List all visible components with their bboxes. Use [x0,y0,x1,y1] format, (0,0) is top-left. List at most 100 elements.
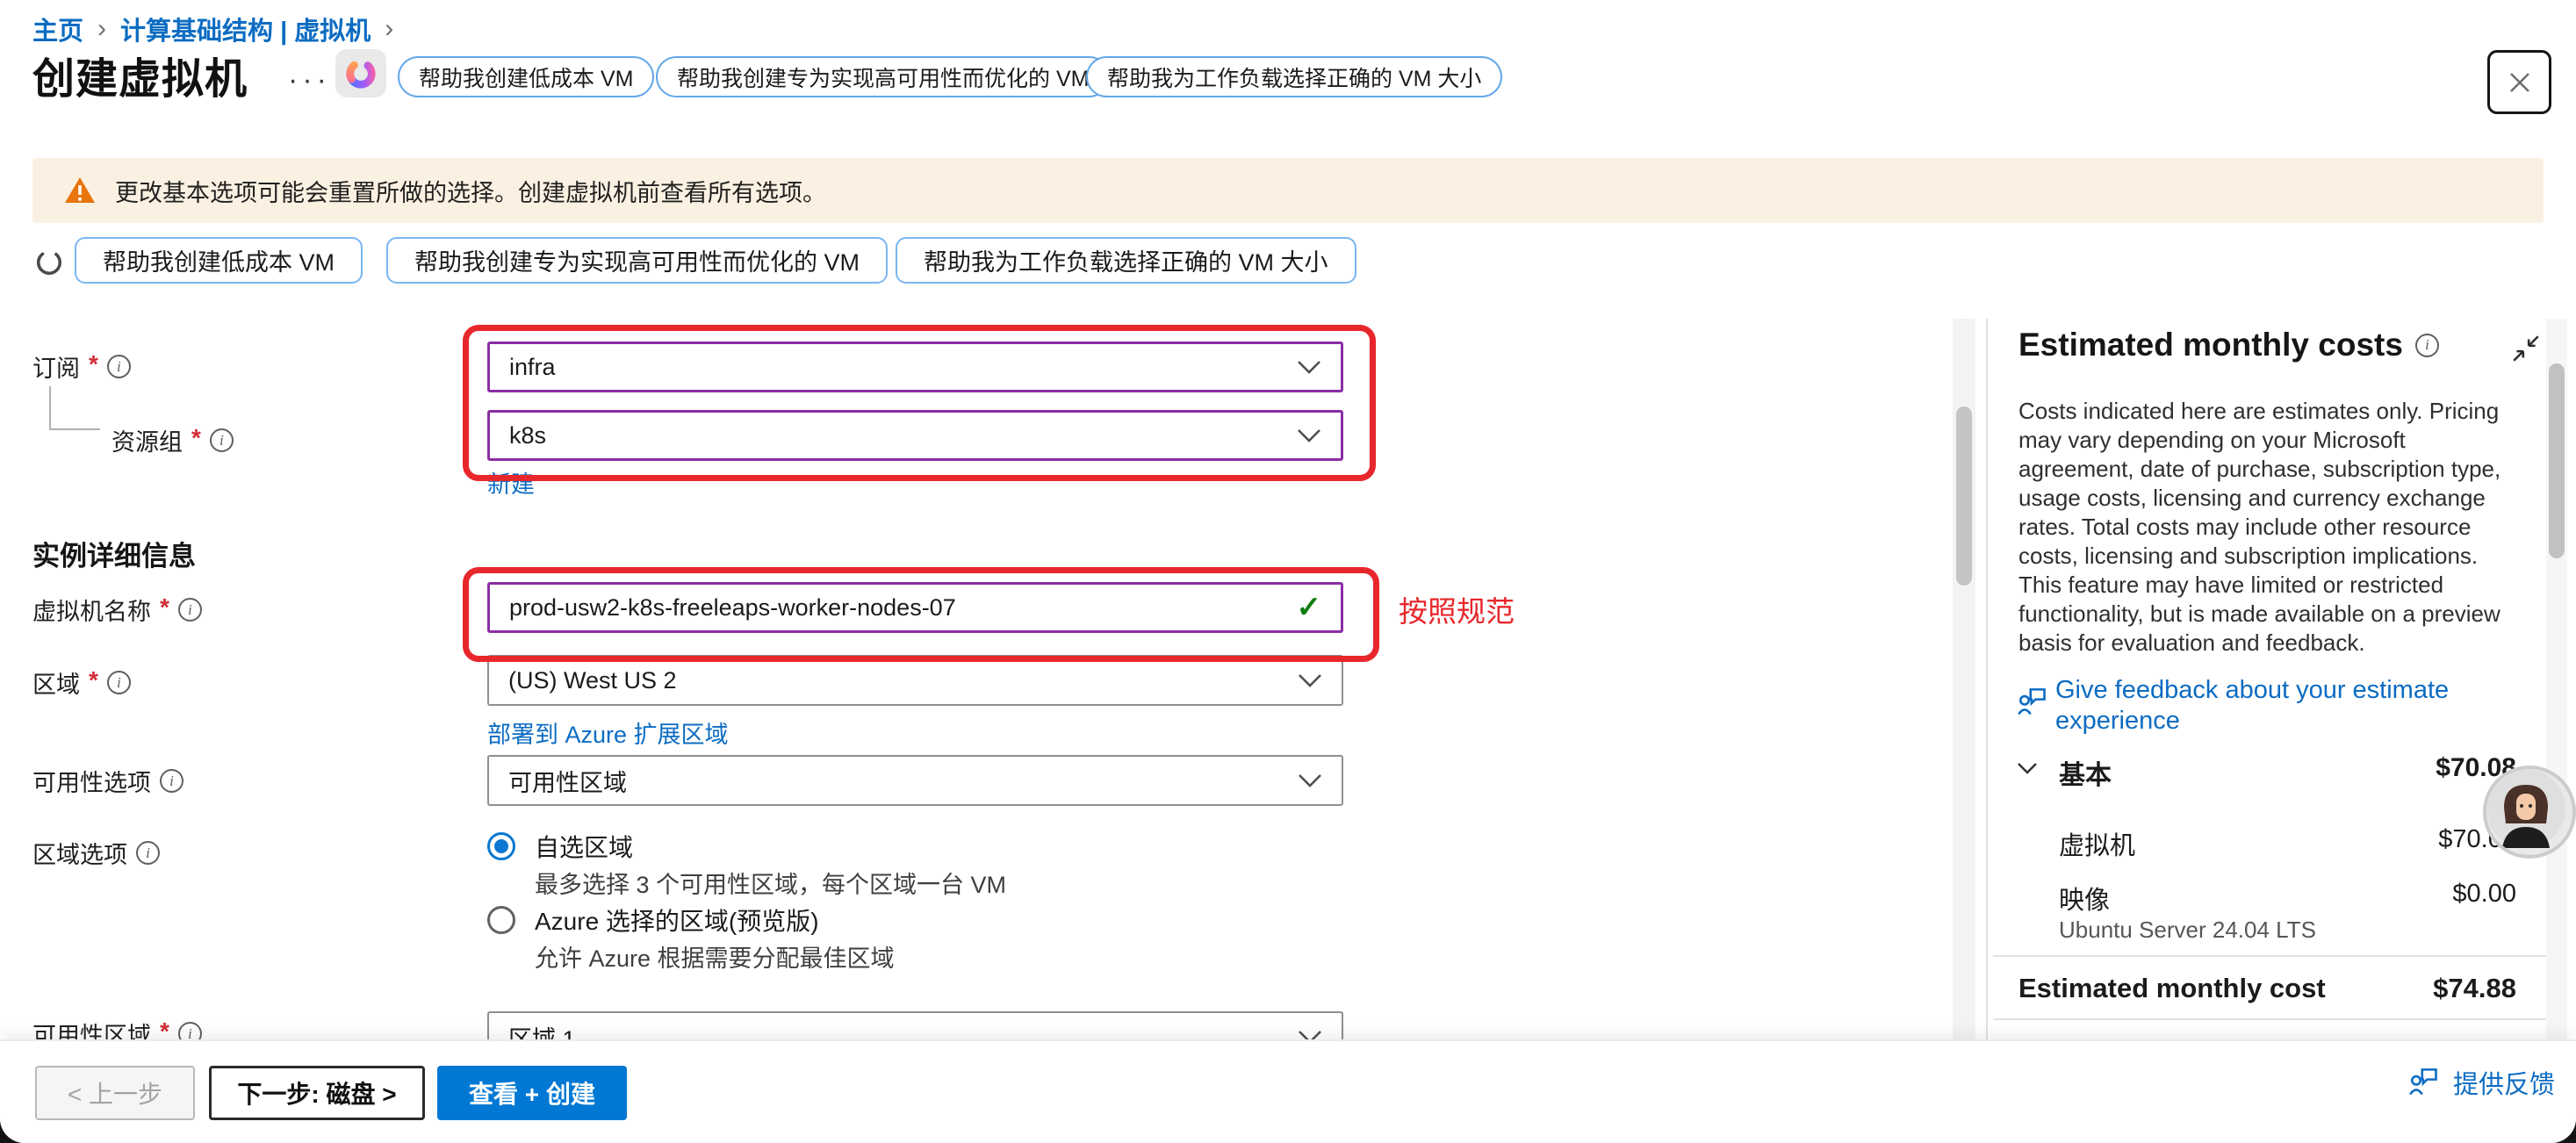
region-value: (US) West US 2 [508,667,677,694]
instance-details-section-title: 实例详细信息 [32,534,196,573]
zone-options-label: 区域选项 [32,836,127,870]
annotation-text: 按照规范 [1399,588,1515,630]
help-vm-size-button-inline[interactable]: 帮助我为工作负载选择正确的 VM 大小 [896,237,1356,284]
vm-name-label-row: 虚拟机名称 * i [32,593,202,627]
vm-name-label: 虚拟机名称 [32,593,151,627]
breadcrumb-section-link[interactable]: 计算基础结构 | 虚拟机 [120,11,371,47]
resource-group-value: k8s [509,422,546,449]
total-cost-value: $74.88 [2433,973,2516,1004]
region-label-row: 区域 * i [32,665,131,700]
feedback-icon [2017,687,2048,718]
estimate-feedback-link[interactable]: Give feedback about your estimate experi… [2055,675,2486,737]
cost-row-label: 映像 [2059,880,2110,917]
review-create-button[interactable]: 查看 + 创建 [437,1066,627,1120]
warning-text: 更改基本选项可能会重置所做的选择。创建虚拟机前查看所有选项。 [115,174,826,208]
create-vm-page: 主页 › 计算基础结构 | 虚拟机 › 创建虚拟机 ··· 帮助我创建低成本 V… [0,0,2576,1143]
warning-icon [64,176,96,205]
give-feedback-link[interactable]: 提供反馈 [2407,1064,2555,1101]
radio-selected-icon[interactable] [487,832,515,860]
deploy-extended-zones-link[interactable]: 部署到 Azure 扩展区域 [487,715,729,750]
cost-group-label[interactable]: 基本 [2059,753,2112,792]
breadcrumb-home-link[interactable]: 主页 [32,11,83,47]
required-marker: * [191,424,201,452]
valid-check-icon: ✓ [1297,590,1322,625]
zone-option-self-select[interactable]: 自选区域 [487,829,633,864]
close-button[interactable] [2487,50,2551,114]
cost-row-value: $0.00 [2452,880,2516,909]
help-vm-size-button[interactable]: 帮助我为工作负载选择正确的 VM 大小 [1086,56,1502,97]
total-cost-label: Estimated monthly cost [2018,973,2326,1004]
availability-options-label-row: 可用性选项 i [32,764,183,798]
resource-group-label: 资源组 [112,423,183,457]
chevron-down-icon [1298,773,1322,788]
feedback-icon [2407,1067,2441,1098]
resource-group-label-row: 资源组 * i [112,423,234,457]
required-marker: * [160,593,169,622]
help-low-cost-vm-button-inline[interactable]: 帮助我创建低成本 VM [75,237,363,284]
region-dropdown[interactable]: (US) West US 2 [487,655,1343,706]
zone-option-self-select-description: 最多选择 3 个可用性区域，每个区域一台 VM [535,866,1006,900]
breadcrumb-separator: › [385,14,393,44]
zone-option-self-select-label: 自选区域 [535,829,633,864]
help-low-cost-vm-button[interactable]: 帮助我创建低成本 VM [398,56,654,97]
create-new-resource-group-link[interactable]: 新建 [487,465,535,500]
divider [1993,955,2562,957]
resource-group-dropdown[interactable]: k8s [487,410,1343,461]
availability-options-value: 可用性区域 [508,764,627,798]
collapse-panel-icon[interactable] [2509,332,2543,365]
previous-step-button[interactable]: < 上一步 [35,1066,195,1120]
subscription-dropdown[interactable]: infra [487,341,1343,392]
info-icon[interactable]: i [136,841,160,865]
info-icon[interactable]: i [178,598,202,622]
required-marker: * [89,666,98,694]
divider [1993,1018,2562,1020]
availability-options-dropdown[interactable]: 可用性区域 [487,755,1343,806]
zone-option-azure-select-label: Azure 选择的区域(预览版) [535,902,819,938]
breadcrumb-separator: › [97,14,106,44]
resource-group-connector [49,386,51,430]
help-high-availability-vm-button[interactable]: 帮助我创建专为实现高可用性而优化的 VM [656,56,1110,97]
chevron-down-icon[interactable] [2017,762,2038,775]
cost-row-subtitle: Ubuntu Server 24.04 LTS [2059,917,2316,944]
chevron-down-icon [1298,673,1322,688]
copilot-outline-icon [31,243,68,282]
info-icon[interactable]: i [210,428,234,452]
zone-option-azure-select-description: 允许 Azure 根据需要分配最佳区域 [535,939,895,974]
zone-option-azure-select[interactable]: Azure 选择的区域(预览版) [487,902,819,938]
give-feedback-label: 提供反馈 [2453,1064,2555,1101]
subscription-label-row: 订阅 * i [32,349,131,384]
panel-divider [1986,319,1988,1039]
page-title: 创建虚拟机 [32,44,248,105]
vm-name-input[interactable]: prod-usw2-k8s-freeleaps-worker-nodes-07 … [487,582,1343,633]
breadcrumb: 主页 › 计算基础结构 | 虚拟机 › [32,11,393,47]
footer-bar: < 上一步 下一步: 磁盘 > 查看 + 创建 提供反馈 [0,1039,2576,1143]
more-options-button[interactable]: ··· [288,63,331,97]
chevron-down-icon [1297,428,1321,443]
resource-group-connector [49,428,100,430]
avatar-image [2486,769,2565,848]
copilot-button[interactable] [335,49,386,97]
cost-panel-title-row: Estimated monthly costs i [2018,327,2439,363]
subscription-label: 订阅 [32,349,80,384]
radio-unselected-icon[interactable] [487,906,515,934]
avatar[interactable] [2483,766,2576,859]
warning-banner: 更改基本选项可能会重置所做的选择。创建虚拟机前查看所有选项。 [32,158,2544,223]
info-icon[interactable]: i [2415,334,2439,357]
next-step-disks-button[interactable]: 下一步: 磁盘 > [209,1066,425,1120]
zone-options-label-row: 区域选项 i [32,836,160,870]
form-scrollbar-thumb[interactable] [1956,406,1972,586]
cost-disclaimer: Costs indicated here are estimates only.… [2018,397,2510,658]
required-marker: * [89,350,98,378]
info-icon[interactable]: i [160,769,183,793]
panel-scrollbar-thumb[interactable] [2549,363,2565,558]
chevron-down-icon [1297,360,1321,375]
availability-options-label: 可用性选项 [32,764,151,798]
info-icon[interactable]: i [107,355,131,378]
copilot-icon [342,55,379,92]
region-label: 区域 [32,665,80,700]
info-icon[interactable]: i [107,671,131,694]
close-icon [2506,68,2534,97]
subscription-value: infra [509,354,556,381]
help-high-availability-vm-button-inline[interactable]: 帮助我创建专为实现高可用性而优化的 VM [386,237,888,284]
vm-name-value: prod-usw2-k8s-freeleaps-worker-nodes-07 [509,594,956,622]
